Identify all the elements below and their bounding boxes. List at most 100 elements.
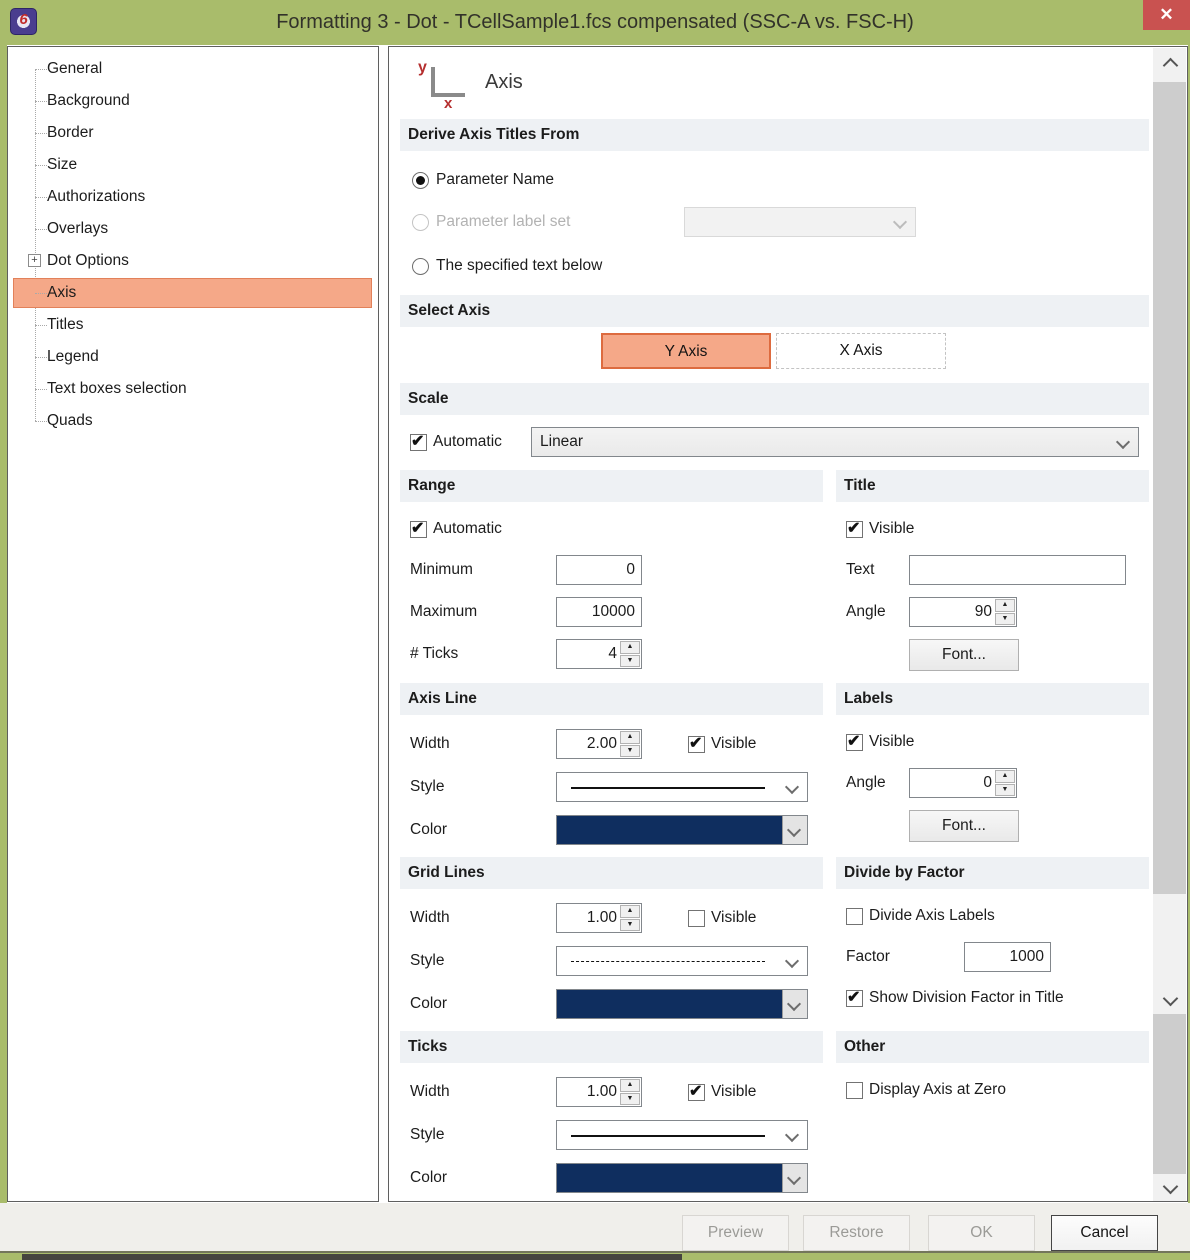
range-section: Range ✔ Automatic Minimum Maximum # Tick… (400, 470, 823, 671)
title-angle-value: 90 (910, 598, 992, 626)
divide-by-factor-section: Divide by Factor Divide Axis Labels Fact… (836, 857, 1149, 1019)
grid-lines-visible-checkbox[interactable] (688, 910, 705, 927)
ticks-width-stepper[interactable]: 1.00 ▲▼ (556, 1077, 642, 1107)
close-icon[interactable]: ✕ (1143, 0, 1190, 30)
spin-down-icon[interactable]: ▼ (995, 613, 1015, 626)
labels-section: Labels ✔ Visible Angle 0 ▲▼ Font... (836, 683, 1149, 845)
x-axis-button[interactable]: X Axis (776, 333, 946, 369)
ticks-visible-checkbox[interactable]: ✔ (688, 1084, 705, 1101)
checkmark-icon: ✔ (411, 431, 424, 451)
spin-up-icon[interactable]: ▲ (995, 770, 1015, 783)
spin-up-icon[interactable]: ▲ (620, 641, 640, 654)
grid-lines-style-dropdown[interactable] (556, 946, 808, 976)
scale-type-dropdown[interactable]: Linear (531, 427, 1139, 457)
tree-stub (35, 165, 47, 166)
grid-lines-color-dropdown[interactable] (556, 989, 808, 1019)
specified-text-radio[interactable] (412, 258, 429, 275)
sidebar-item-label: Border (47, 124, 94, 142)
section-grid-lines: Grid Lines (400, 857, 823, 889)
axis-line-style-label: Style (410, 778, 556, 796)
y-axis-button[interactable]: Y Axis (601, 333, 771, 369)
scroll-down-button-lower[interactable] (1153, 1178, 1186, 1200)
sidebar-item-axis[interactable]: Axis (13, 278, 372, 308)
sidebar-item-authorizations[interactable]: Authorizations (8, 181, 378, 213)
preview-button[interactable]: Preview (682, 1215, 789, 1251)
parameter-label-set-radio[interactable] (412, 214, 429, 231)
display-axis-at-zero-checkbox[interactable] (846, 1082, 863, 1099)
section-other: Other (836, 1031, 1149, 1063)
spin-up-icon[interactable]: ▲ (995, 599, 1015, 612)
background-window-fragment (22, 1254, 682, 1260)
axis-line-color-dropdown[interactable] (556, 815, 808, 845)
restore-button[interactable]: Restore (803, 1215, 910, 1251)
spin-down-icon[interactable]: ▼ (620, 655, 640, 668)
labels-font-button[interactable]: Font... (909, 810, 1019, 842)
scrollbar-thumb-lower[interactable] (1153, 1014, 1186, 1174)
vertical-scrollbar[interactable] (1153, 48, 1186, 1201)
sidebar-item-quads[interactable]: Quads (8, 405, 378, 437)
grid-lines-width-stepper[interactable]: 1.00 ▲▼ (556, 903, 642, 933)
radio-row-parameter-name: Parameter Name (400, 167, 1149, 193)
factor-input[interactable] (964, 942, 1051, 972)
spin-down-icon[interactable]: ▼ (995, 784, 1015, 797)
title-visible-label: Visible (869, 520, 914, 538)
sidebar-item-label: Titles (47, 316, 83, 334)
tree-stub (35, 69, 47, 70)
sidebar-item-size[interactable]: Size (8, 149, 378, 181)
chevron-down-icon (1163, 1179, 1179, 1195)
ticks-color-dropdown[interactable] (556, 1163, 808, 1193)
axis-line-width-stepper[interactable]: 2.00 ▲▼ (556, 729, 642, 759)
spin-down-icon[interactable]: ▼ (620, 919, 640, 932)
sidebar-item-general[interactable]: General (8, 53, 378, 85)
scrollbar-thumb[interactable] (1153, 82, 1186, 894)
spin-up-icon[interactable]: ▲ (620, 905, 640, 918)
minimum-input[interactable] (556, 555, 642, 585)
sidebar-item-dot-options[interactable]: +Dot Options (8, 245, 378, 277)
sidebar-item-background[interactable]: Background (8, 85, 378, 117)
checkmark-icon: ✔ (411, 518, 424, 538)
sidebar-item-titles[interactable]: Titles (8, 309, 378, 341)
scroll-down-button[interactable] (1153, 990, 1186, 1012)
axis-line-style-dropdown[interactable] (556, 772, 808, 802)
num-ticks-stepper[interactable]: 4 ▲▼ (556, 639, 642, 669)
cancel-button[interactable]: Cancel (1051, 1215, 1158, 1251)
sidebar-item-text-boxes-selection[interactable]: Text boxes selection (8, 373, 378, 405)
title-visible-checkbox[interactable]: ✔ (846, 521, 863, 538)
title-text-input[interactable] (909, 555, 1126, 585)
labels-angle-value: 0 (910, 769, 992, 797)
specified-text-label: The specified text below (436, 257, 602, 275)
scroll-up-button[interactable] (1153, 52, 1186, 74)
chevron-down-icon (785, 780, 799, 794)
scale-automatic-checkbox[interactable]: ✔ (410, 434, 427, 451)
title-angle-label: Angle (846, 603, 909, 621)
expand-plus-icon[interactable]: + (28, 254, 41, 267)
parameter-label-set-dropdown[interactable] (684, 207, 916, 237)
ok-button[interactable]: OK (928, 1215, 1035, 1251)
axis-line-color-label: Color (410, 821, 556, 839)
parameter-name-radio[interactable] (412, 172, 429, 189)
title-font-button[interactable]: Font... (909, 639, 1019, 671)
labels-visible-checkbox[interactable]: ✔ (846, 734, 863, 751)
spin-down-icon[interactable]: ▼ (620, 745, 640, 758)
section-title: Title (836, 470, 1149, 502)
tree-stub (35, 389, 47, 390)
spin-down-icon[interactable]: ▼ (620, 1093, 640, 1106)
sidebar-item-legend[interactable]: Legend (8, 341, 378, 373)
spin-up-icon[interactable]: ▲ (620, 1079, 640, 1092)
spin-up-icon[interactable]: ▲ (620, 731, 640, 744)
grid-lines-section: Grid Lines Width 1.00 ▲▼ Visible Style (400, 857, 823, 1019)
tree-stub (35, 325, 47, 326)
range-automatic-checkbox[interactable]: ✔ (410, 521, 427, 538)
sidebar-item-overlays[interactable]: Overlays (8, 213, 378, 245)
title-angle-stepper[interactable]: 90 ▲▼ (909, 597, 1017, 627)
divide-axis-labels-checkbox[interactable] (846, 908, 863, 925)
ticks-style-dropdown[interactable] (556, 1120, 808, 1150)
maximum-input[interactable] (556, 597, 642, 627)
axis-line-visible-checkbox[interactable]: ✔ (688, 736, 705, 753)
sidebar-item-border[interactable]: Border (8, 117, 378, 149)
labels-angle-stepper[interactable]: 0 ▲▼ (909, 768, 1017, 798)
show-division-factor-checkbox[interactable]: ✔ (846, 990, 863, 1007)
grid-lines-visible-label: Visible (711, 909, 756, 927)
ticks-visible-label: Visible (711, 1083, 756, 1101)
axis-icon: y x (418, 59, 470, 111)
